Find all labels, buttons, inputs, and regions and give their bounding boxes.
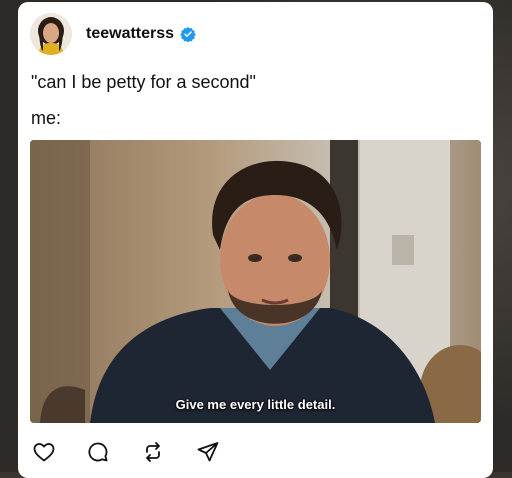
post-media[interactable]: Give me every little detail. xyxy=(30,140,481,423)
video-subtitle: Give me every little detail. xyxy=(175,397,336,412)
username[interactable]: teewatterss xyxy=(86,25,174,43)
share-icon[interactable] xyxy=(196,440,220,464)
video-still xyxy=(30,140,481,423)
post-card: teewatterss "can I be petty for a second… xyxy=(18,2,493,478)
avatar[interactable] xyxy=(30,13,72,55)
post-text-line-1: "can I be petty for a second" xyxy=(31,72,256,92)
verified-badge-icon xyxy=(180,27,196,42)
avatar-image xyxy=(30,13,72,55)
heart-icon[interactable] xyxy=(32,440,56,464)
post-text-line-2: me: xyxy=(31,108,62,128)
comment-icon[interactable] xyxy=(86,440,110,464)
repost-icon[interactable] xyxy=(141,440,165,464)
